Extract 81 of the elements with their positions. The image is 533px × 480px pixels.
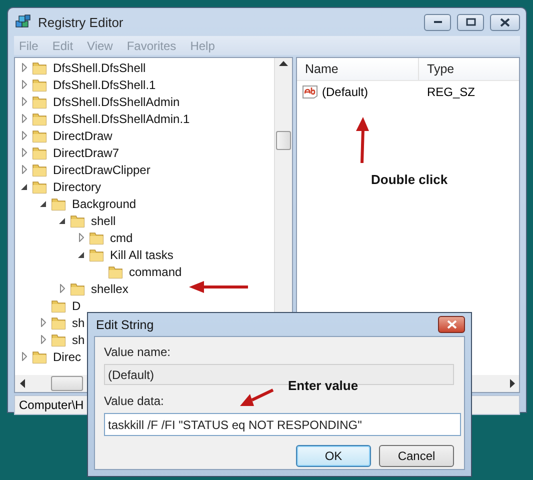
scroll-right-icon[interactable]: [510, 379, 515, 388]
tree-item[interactable]: Directory: [53, 180, 102, 194]
folder-icon: [32, 146, 47, 160]
scroll-up-icon[interactable]: [279, 61, 288, 66]
dialog-button[interactable]: OK: [296, 445, 371, 467]
minimize-icon: [432, 20, 442, 24]
tree-item[interactable]: cmd: [110, 230, 133, 244]
expanded-arrow-icon[interactable]: [21, 184, 27, 190]
annotation-arrow: [356, 117, 369, 164]
folder-icon: [108, 264, 123, 278]
folder-icon: [51, 196, 66, 210]
folder-icon: [32, 162, 47, 176]
folder-icon: [89, 248, 104, 262]
tree-item[interactable]: Background: [72, 196, 136, 210]
folder-icon: [51, 298, 66, 312]
scrollbar-thumb[interactable]: [276, 131, 291, 150]
close-icon: [500, 18, 510, 26]
tree-item[interactable]: DfsShell.DfsShellAdmin.1: [53, 112, 190, 126]
field-label: Value name:: [104, 345, 170, 360]
tree-item[interactable]: sh: [72, 332, 85, 346]
collapsed-arrow-icon[interactable]: [22, 80, 26, 89]
column-header[interactable]: Type: [419, 58, 454, 80]
scroll-left-icon[interactable]: [20, 379, 25, 388]
maximize-icon: [466, 18, 476, 26]
expanded-arrow-icon[interactable]: [40, 200, 46, 206]
folder-icon: [32, 78, 47, 92]
tree-item[interactable]: D: [72, 298, 81, 312]
tree-item[interactable]: DfsShell.DfsShellAdmin: [53, 94, 180, 108]
tree-item[interactable]: DirectDraw7: [53, 146, 120, 160]
maximize-button[interactable]: [457, 14, 484, 30]
annotation-text: Double click: [371, 172, 448, 187]
tree-item[interactable]: DfsShell.DfsShell.1: [53, 78, 156, 92]
folder-icon: [32, 112, 47, 126]
value-type: REG_SZ: [426, 85, 476, 99]
collapsed-arrow-icon[interactable]: [22, 352, 26, 361]
collapsed-arrow-icon[interactable]: [78, 233, 84, 242]
close-button[interactable]: [490, 14, 520, 30]
tree-item[interactable]: DfsShell.DfsShell: [53, 60, 146, 74]
value-data-field[interactable]: taskkill /F /FI "STATUS eq NOT RESPONDING": [104, 413, 461, 436]
collapsed-arrow-icon[interactable]: [60, 284, 64, 293]
folder-icon: [51, 316, 66, 330]
collapsed-arrow-icon[interactable]: [22, 97, 26, 106]
collapsed-arrow-icon[interactable]: [40, 335, 46, 344]
expanded-arrow-icon[interactable]: [59, 218, 65, 224]
tree-item[interactable]: sh: [72, 316, 85, 330]
tree-item[interactable]: shellex: [91, 282, 128, 296]
field-label: Value data:: [104, 394, 164, 409]
collapsed-arrow-icon[interactable]: [40, 318, 46, 327]
tree-item[interactable]: DirectDrawClipper: [53, 162, 150, 176]
dialog-button[interactable]: Cancel: [379, 445, 454, 467]
annotation-arrow: [189, 281, 248, 293]
column-header[interactable]: Name: [297, 58, 419, 80]
close-icon: [446, 320, 456, 329]
folder-icon: [32, 350, 47, 364]
collapsed-arrow-icon[interactable]: [22, 114, 26, 123]
expanded-arrow-icon[interactable]: [78, 252, 84, 258]
string-value-icon: [302, 85, 318, 99]
collapsed-arrow-icon[interactable]: [22, 63, 26, 72]
folder-icon: [32, 128, 47, 142]
value-name[interactable]: (Default): [322, 85, 368, 99]
tree-item[interactable]: command: [129, 264, 182, 278]
dialog-title: Edit String: [96, 318, 154, 332]
folder-icon: [70, 214, 85, 228]
folder-icon: [51, 332, 66, 346]
collapsed-arrow-icon[interactable]: [22, 165, 26, 174]
folder-icon: [32, 94, 47, 108]
annotation-arrow: [240, 388, 274, 406]
collapsed-arrow-icon[interactable]: [22, 148, 26, 157]
tree-item[interactable]: shell: [91, 214, 116, 228]
window-title: Registry Editor: [38, 14, 124, 30]
folder-icon: [70, 282, 85, 296]
folder-icon: [32, 180, 47, 194]
tree-item[interactable]: Kill All tasks: [110, 248, 174, 262]
folder-icon: [32, 60, 47, 74]
tree-item[interactable]: Direc: [53, 350, 82, 364]
tree-item[interactable]: DirectDraw: [53, 128, 112, 142]
collapsed-arrow-icon[interactable]: [22, 131, 26, 140]
scrollbar-thumb[interactable]: [51, 376, 83, 391]
close-button[interactable]: [438, 316, 465, 333]
minimize-button[interactable]: [424, 14, 451, 30]
folder-icon: [89, 230, 104, 244]
